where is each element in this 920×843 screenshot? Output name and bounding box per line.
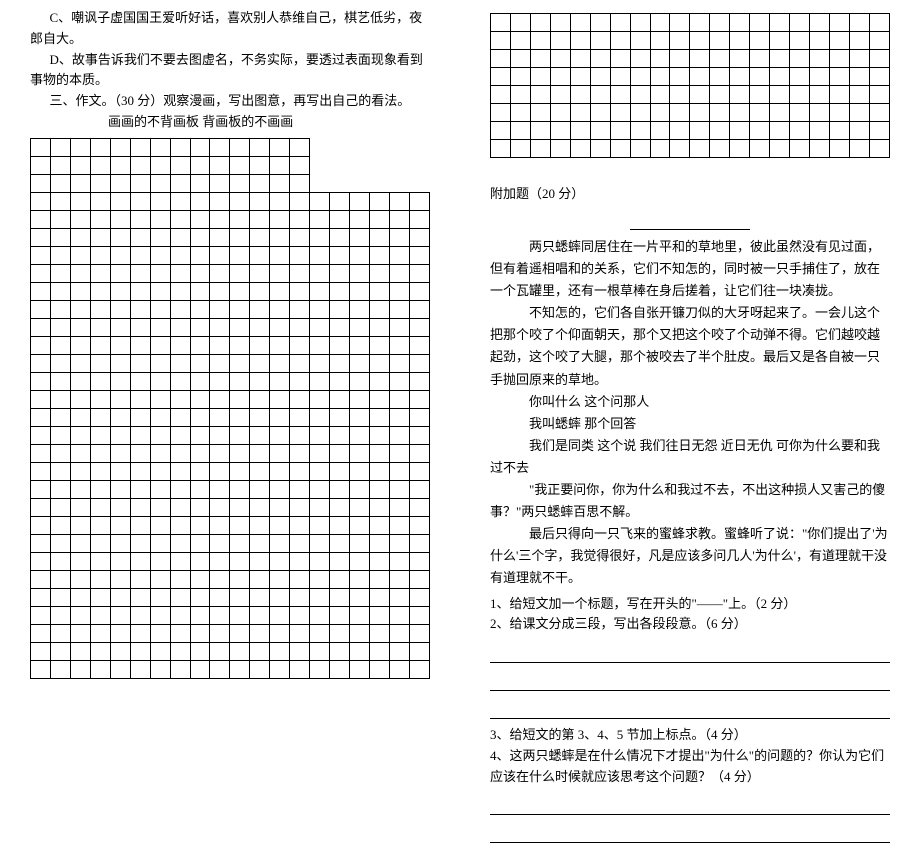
left-column: C、嘲讽子虚国国王爱听好话，喜欢别人恭维自己，棋艺低劣，夜郎自大。 D、故事告诉… bbox=[0, 8, 460, 657]
passage-p5: 我们是同类 这个说 我们往日无怨 近日无仇 可你为什么要和我过不去 bbox=[490, 435, 890, 479]
section-three: 三、作文。（30 分）观察漫画，写出图意，再写出自己的看法。 bbox=[30, 91, 430, 112]
passage-p6: "我正要问你，你为什么和我过不去，不出这种损人又害己的傻事？"两只蟋蟀百思不解。 bbox=[490, 479, 890, 523]
passage-p3: 你叫什么 这个问那人 bbox=[490, 391, 890, 413]
question-3: 3、给短文的第 3、4、5 节加上标点。（4 分） bbox=[490, 725, 890, 746]
question-1: 1、给短文加一个标题，写在开头的"——"上。（2 分） bbox=[490, 594, 890, 615]
passage-p2: 不知怎的，它们各自张开镰刀似的大牙呀起来了。一会儿这个把那个咬了个仰面朝天，那个… bbox=[490, 302, 890, 390]
question-4: 4、这两只蟋蟀是在什么情况下才提出"为什么"的问题的？你认为它们应该在什么时候就… bbox=[490, 746, 890, 788]
answer-line[interactable] bbox=[490, 641, 890, 663]
essay-caption: 画画的不背画板 背画板的不画画 bbox=[30, 112, 430, 133]
option-d: D、故事告诉我们不要去图虚名，不务实际，要透过表面现象看到事物的本质。 bbox=[30, 50, 430, 92]
passage-p4: 我叫蟋蟀 那个回答 bbox=[490, 413, 890, 435]
passage-p1: 两只蟋蟀同居住在一片平和的草地里，彼此虽然没有见过面，但有着遥相唱和的关系，它们… bbox=[490, 236, 890, 302]
question-2: 2、给课文分成三段，写出各段段意。（6 分） bbox=[490, 614, 890, 635]
answer-line[interactable] bbox=[490, 669, 890, 691]
answer-line[interactable] bbox=[490, 821, 890, 843]
right-column: 附加题（20 分） 两只蟋蟀同居住在一片平和的草地里，彼此虽然没有见过面，但有着… bbox=[460, 8, 920, 657]
option-c: C、嘲讽子虚国国王爱听好话，喜欢别人恭维自己，棋艺低劣，夜郎自大。 bbox=[30, 8, 430, 50]
answer-line[interactable] bbox=[490, 793, 890, 815]
passage-title-blank[interactable] bbox=[490, 214, 890, 230]
essay-grid[interactable] bbox=[30, 138, 430, 679]
answer-line[interactable] bbox=[490, 697, 890, 719]
continuation-grid[interactable] bbox=[490, 13, 890, 158]
bonus-title: 附加题（20 分） bbox=[490, 183, 890, 202]
passage: 两只蟋蟀同居住在一片平和的草地里，彼此虽然没有见过面，但有着遥相唱和的关系，它们… bbox=[490, 236, 890, 590]
passage-p7: 最后只得向一只飞来的蜜蜂求教。蜜蜂听了说："你们提出了'为什么'三个字，我觉得很… bbox=[490, 523, 890, 589]
